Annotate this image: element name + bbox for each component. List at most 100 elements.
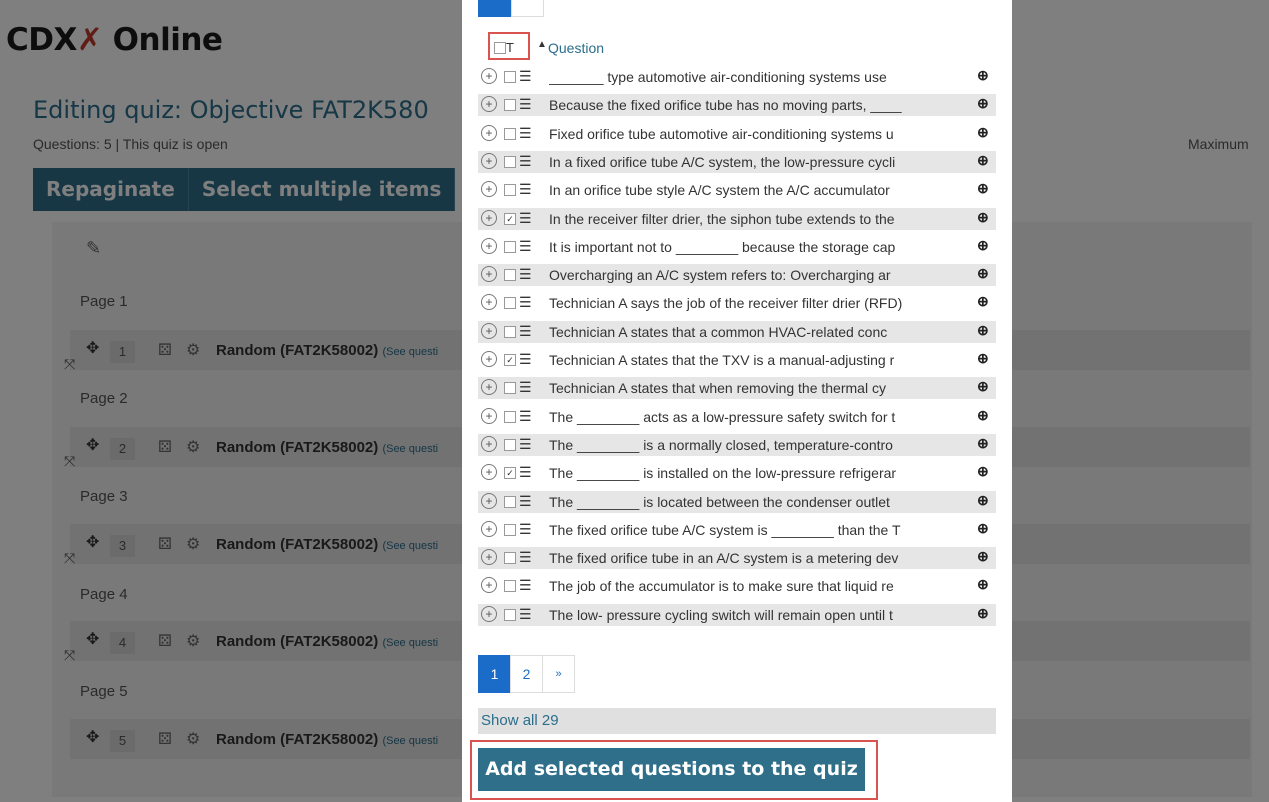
- question-text: The fixed orifice tube in an A/C system …: [549, 550, 899, 567]
- question-type-icon: ☰: [519, 322, 532, 339]
- question-text: In the receiver filter drier, the siphon…: [549, 210, 895, 227]
- question-checkbox[interactable]: [504, 495, 516, 508]
- top-page-2[interactable]: [511, 0, 544, 17]
- preview-zoom-icon[interactable]: ⊕: [977, 293, 989, 310]
- add-question-icon[interactable]: +: [481, 605, 497, 622]
- preview-zoom-icon[interactable]: ⊕: [977, 322, 989, 339]
- preview-zoom-icon[interactable]: ⊕: [977, 605, 989, 622]
- question-checkbox[interactable]: [504, 269, 516, 282]
- add-question-icon[interactable]: +: [481, 209, 497, 226]
- question-row: + ☰ The low- pressure cycling switch will …: [478, 603, 996, 626]
- add-question-icon[interactable]: +: [481, 407, 497, 424]
- page-link-2[interactable]: 2: [510, 655, 543, 693]
- question-type-icon: ☰: [519, 492, 532, 509]
- question-checkbox[interactable]: [504, 552, 516, 565]
- preview-zoom-icon[interactable]: ⊕: [977, 180, 989, 197]
- question-type-icon: ☰: [519, 209, 532, 226]
- question-checkbox[interactable]: [504, 184, 516, 197]
- add-question-icon[interactable]: +: [481, 152, 497, 169]
- question-row: + ☰ Overcharging an A/C system refers to: …: [478, 264, 996, 287]
- question-row: + ☰ The ________ is a normally closed, tem…: [478, 433, 996, 456]
- question-type-icon: ☰: [519, 266, 532, 283]
- question-checkbox[interactable]: [504, 99, 516, 112]
- add-question-icon[interactable]: +: [481, 549, 497, 566]
- page-next-link[interactable]: »: [542, 655, 575, 693]
- question-checkbox[interactable]: [504, 523, 516, 536]
- preview-zoom-icon[interactable]: ⊕: [977, 265, 989, 282]
- question-checkbox[interactable]: [504, 608, 516, 621]
- preview-zoom-icon[interactable]: ⊕: [977, 520, 989, 537]
- question-type-icon: ☰: [519, 237, 532, 254]
- question-checkbox[interactable]: [504, 325, 516, 338]
- preview-zoom-icon[interactable]: ⊕: [977, 463, 989, 480]
- question-column-header[interactable]: Question: [548, 40, 604, 56]
- preview-zoom-icon[interactable]: ⊕: [977, 548, 989, 565]
- add-question-icon[interactable]: +: [481, 124, 497, 141]
- question-text: The fixed orifice tube A/C system is ___…: [549, 521, 901, 538]
- question-row: + ☰ The fixed orifice tube in an A/C syste…: [478, 547, 996, 570]
- question-checkbox[interactable]: [504, 71, 516, 83]
- question-text: It is important not to ________ because …: [549, 238, 896, 255]
- top-page-1[interactable]: [478, 0, 511, 17]
- question-text: The ________ is installed on the low-pre…: [549, 465, 897, 482]
- add-question-icon[interactable]: +: [481, 492, 497, 509]
- show-all-link[interactable]: Show all 29: [478, 708, 996, 734]
- add-question-icon[interactable]: +: [481, 294, 497, 311]
- question-type-icon: ☰: [519, 605, 532, 622]
- select-all-highlight: [488, 32, 530, 60]
- question-checkbox[interactable]: ✓: [504, 467, 516, 480]
- question-row: + ☰ In a fixed orifice tube A/C system, th…: [478, 150, 996, 173]
- question-checkbox[interactable]: [504, 438, 516, 451]
- question-checkbox[interactable]: [504, 297, 516, 310]
- question-type-icon: ☰: [519, 435, 532, 452]
- page-link-1[interactable]: 1: [478, 655, 511, 693]
- question-text: The ________ acts as a low-pressure safe…: [549, 408, 896, 425]
- add-selected-questions-button[interactable]: Add selected questions to the quiz: [478, 748, 865, 791]
- add-question-icon[interactable]: +: [481, 181, 497, 198]
- preview-zoom-icon[interactable]: ⊕: [977, 209, 989, 226]
- question-row: + ☰ The job of the accumulator is to make …: [478, 575, 996, 597]
- add-question-icon[interactable]: +: [481, 322, 497, 339]
- question-text: The low- pressure cycling switch will re…: [549, 606, 893, 623]
- preview-zoom-icon[interactable]: ⊕: [977, 67, 989, 84]
- preview-zoom-icon[interactable]: ⊕: [977, 435, 989, 452]
- question-checkbox[interactable]: [504, 410, 516, 423]
- preview-zoom-icon[interactable]: ⊕: [977, 350, 989, 367]
- question-type-icon: ☰: [519, 152, 532, 169]
- add-question-icon[interactable]: +: [481, 379, 497, 396]
- preview-zoom-icon[interactable]: ⊕: [977, 576, 989, 593]
- question-checkbox[interactable]: ✓: [504, 354, 516, 366]
- add-question-icon[interactable]: +: [481, 237, 497, 254]
- question-checkbox[interactable]: ✓: [504, 212, 516, 225]
- add-question-icon[interactable]: +: [481, 351, 497, 367]
- add-question-icon[interactable]: +: [481, 266, 497, 283]
- question-type-icon: ☰: [519, 96, 532, 113]
- add-question-icon[interactable]: +: [481, 96, 497, 113]
- question-checkbox[interactable]: [504, 580, 516, 593]
- question-text: Technician A says the job of the receive…: [549, 295, 903, 312]
- preview-zoom-icon[interactable]: ⊕: [977, 492, 989, 509]
- question-checkbox[interactable]: [504, 382, 516, 395]
- add-question-icon[interactable]: +: [481, 464, 497, 481]
- add-question-icon[interactable]: +: [481, 68, 497, 84]
- add-question-icon[interactable]: +: [481, 577, 497, 594]
- preview-zoom-icon[interactable]: ⊕: [977, 407, 989, 424]
- add-question-icon[interactable]: +: [481, 520, 497, 537]
- preview-zoom-icon[interactable]: ⊕: [977, 95, 989, 112]
- question-type-icon: ☰: [519, 464, 532, 481]
- question-text: In an orifice tube style A/C system the …: [549, 182, 890, 199]
- preview-zoom-icon[interactable]: ⊕: [977, 124, 989, 141]
- question-row: + ☰ In an orifice tube style A/C system th…: [478, 179, 996, 201]
- question-row: + ✓ ☰ In the receiver filter drier, the sip…: [478, 207, 996, 230]
- question-type-icon: ☰: [519, 407, 532, 424]
- add-question-icon[interactable]: +: [481, 435, 497, 452]
- question-checkbox[interactable]: [504, 240, 516, 253]
- preview-zoom-icon[interactable]: ⊕: [977, 152, 989, 169]
- question-type-icon: ☰: [519, 549, 532, 566]
- preview-zoom-icon[interactable]: ⊕: [977, 378, 989, 395]
- preview-zoom-icon[interactable]: ⊕: [977, 237, 989, 254]
- question-checkbox[interactable]: [504, 155, 516, 168]
- question-text: Overcharging an A/C system refers to: Ov…: [549, 267, 891, 284]
- question-text: The ________ is a normally closed, tempe…: [549, 436, 893, 453]
- question-checkbox[interactable]: [504, 127, 516, 140]
